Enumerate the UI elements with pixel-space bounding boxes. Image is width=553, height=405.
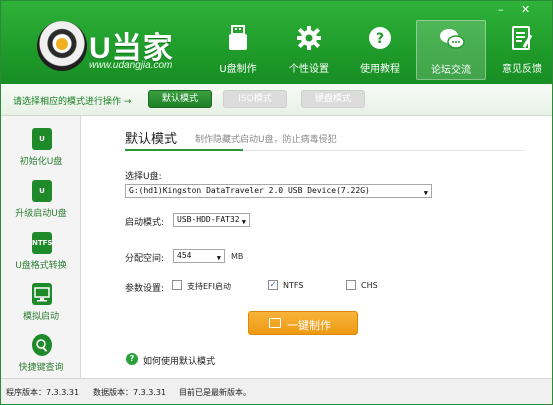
top-nav: U盘制作 个性设置 ? 使用教程 论坛交流 意见反馈 [203, 20, 553, 82]
main-panel: 默认模式 制作隐藏式启动U盘，防止病毒侵犯 选择U盘: G:(hd1)Kings… [82, 116, 552, 378]
nav-label: 论坛交流 [431, 65, 471, 76]
data-version: 数据版本：7.3.3.31 [93, 388, 167, 397]
sidebar-item-format-convert[interactable]: NTFS U盘格式转换 [1, 232, 81, 280]
nav-item-feedback[interactable]: 意见反馈 [487, 20, 553, 80]
mode-default-button[interactable]: 默认模式 [148, 90, 212, 108]
alloc-space-label: 分配空间: [125, 254, 165, 264]
upgrade-usb-icon: U [32, 180, 52, 202]
boot-mode-value: USB-HDD-FAT32 [177, 215, 240, 224]
select-disk-label: 选择U盘: [125, 172, 162, 182]
nav-label: 个性设置 [289, 64, 329, 75]
question-mark-icon[interactable]: ? [126, 353, 138, 365]
chs-checkbox-label: CHS [361, 281, 378, 290]
chevron-down-icon: ▼ [241, 218, 246, 226]
svg-text:?: ? [376, 31, 384, 47]
monitor-icon [32, 283, 52, 305]
gear-icon [297, 26, 321, 50]
alloc-unit: MB [231, 252, 244, 261]
efi-checkbox[interactable] [172, 280, 182, 290]
chs-checkbox[interactable] [346, 280, 356, 290]
sidebar-item-simulate-boot[interactable]: 模拟启动 [1, 283, 81, 331]
ntfs-convert-icon: NTFS [32, 232, 52, 254]
sidebar-item-label: 升级启动U盘 [15, 209, 67, 219]
efi-checkbox-label: 支持EFI启动 [187, 282, 232, 291]
close-button[interactable]: ✕ [521, 4, 530, 16]
sidebar-item-upgrade-usb[interactable]: U 升级启动U盘 [1, 180, 81, 228]
app-logo: U当家 www.udangjia.com [37, 21, 197, 77]
disc-logo-icon [37, 21, 87, 71]
update-status: 目前已是最新版本。 [179, 388, 251, 397]
mode-bar: 请选择相应的模式进行操作 → 默认模式 ISO模式 硬盘模式 [1, 84, 552, 116]
nav-label: U盘制作 [219, 64, 257, 75]
app-url: www.udangjia.com [89, 60, 173, 71]
alloc-space-value: 454 [177, 251, 192, 260]
chevron-down-icon: ▼ [423, 189, 428, 197]
mode-iso-button[interactable]: ISO模式 [223, 90, 287, 108]
sidebar-item-label: 初始化U盘 [19, 157, 63, 167]
nav-label: 意见反馈 [502, 64, 542, 75]
disk-select-value: G:(hd1)Kingston DataTraveler 2.0 USB Dev… [129, 186, 370, 195]
sidebar-item-shortcut-lookup[interactable]: 快捷键查询 [1, 334, 81, 382]
page-title: 默认模式 [125, 132, 178, 147]
nav-item-personal-settings[interactable]: 个性设置 [274, 20, 344, 80]
help-default-mode-link[interactable]: 如何使用默认模式 [143, 354, 215, 367]
nav-item-usb-make[interactable]: U盘制作 [203, 20, 273, 80]
ntfs-checkbox-label: NTFS [283, 281, 304, 290]
sidebar-item-label: U盘格式转换 [15, 261, 67, 271]
boot-mode-select[interactable]: USB-HDD-FAT32 ▼ [173, 213, 250, 227]
minimize-button[interactable]: – [498, 4, 504, 16]
sidebar: U 初始化U盘 U 升级启动U盘 NTFS U盘格式转换 模拟启动 快捷键查询 [1, 116, 81, 378]
sidebar-item-init-usb[interactable]: U 初始化U盘 [1, 128, 81, 176]
mode-hint: 请选择相应的模式进行操作 → [13, 97, 132, 107]
feedback-form-icon [512, 26, 533, 50]
disk-select[interactable]: G:(hd1)Kingston DataTraveler 2.0 USB Dev… [125, 184, 432, 198]
usb-drive-icon [269, 318, 281, 328]
ntfs-checkbox[interactable]: ✓ [268, 280, 278, 290]
page-subtitle: 制作隐藏式启动U盘，防止病毒侵犯 [195, 135, 337, 145]
chevron-down-icon: ▼ [216, 254, 221, 262]
help-circle-icon: ? [369, 27, 391, 49]
nav-item-forum[interactable]: 论坛交流 [416, 20, 486, 80]
params-label: 参数设置: [125, 284, 165, 294]
make-button-label: 一键制作 [287, 319, 331, 332]
mode-hdd-button[interactable]: 硬盘模式 [301, 90, 365, 108]
status-bar: 程序版本：7.3.3.31 数据版本：7.3.3.31 目前已是最新版本。 [1, 378, 552, 404]
nav-label: 使用教程 [360, 64, 400, 75]
app-window: U当家 www.udangjia.com – ✕ U盘制作 个性设置 ? 使用教… [0, 0, 553, 405]
chat-bubbles-icon [440, 29, 465, 49]
nav-item-tutorial[interactable]: ? 使用教程 [345, 20, 415, 80]
init-usb-icon: U [32, 128, 52, 150]
title-accent-bar [125, 149, 243, 151]
boot-mode-label: 启动模式: [125, 218, 165, 228]
header: U当家 www.udangjia.com – ✕ U盘制作 个性设置 ? 使用教… [1, 1, 552, 84]
sidebar-item-label: 模拟启动 [22, 312, 59, 322]
usb-drive-icon [229, 25, 247, 50]
search-key-icon [32, 334, 52, 356]
alloc-space-select[interactable]: 454 ▼ [173, 249, 225, 263]
program-version: 程序版本：7.3.3.31 [6, 388, 80, 397]
sidebar-item-label: 快捷键查询 [18, 363, 64, 373]
one-click-make-button[interactable]: 一键制作 [248, 311, 358, 335]
